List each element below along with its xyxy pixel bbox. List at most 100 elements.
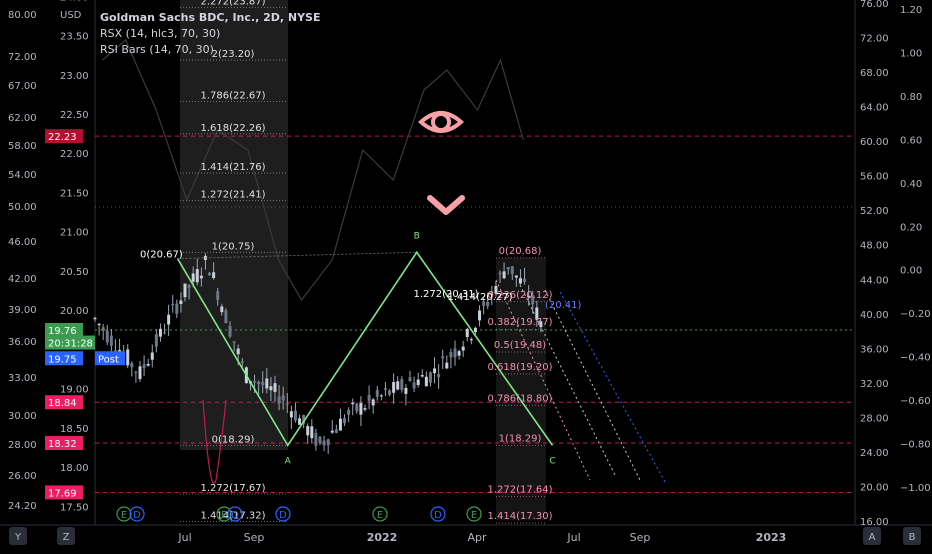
- fib-ext-label: 1(20.75): [212, 241, 255, 252]
- fib-ret-label: 0.786(18.80): [487, 393, 552, 404]
- price-tag-label: 20:31:28: [48, 339, 93, 350]
- post-badge[interactable]: Post: [95, 351, 125, 366]
- chart-stage[interactable]: A B C 0(20.67) 2.272(23.87) 2(23.20) 1.786(22.…: [0, 0, 932, 550]
- price-tag[interactable]: 19.76: [45, 323, 83, 337]
- candle: [388, 389, 392, 397]
- time-tick: Jul: [177, 531, 191, 544]
- wave-label-a[interactable]: A: [285, 456, 292, 466]
- rsx-tick: 20.00: [860, 482, 889, 493]
- candle-body: [257, 381, 261, 385]
- price-tick-inner: 22.00: [60, 149, 89, 160]
- price-tag[interactable]: 22.23: [45, 129, 83, 144]
- candle: [167, 304, 171, 336]
- price-tick-outer: 72.00: [8, 52, 37, 63]
- candle-body: [396, 381, 400, 390]
- candle-body: [473, 327, 477, 333]
- axis-button[interactable]: Y: [9, 527, 27, 545]
- candle: [314, 428, 318, 451]
- candle: [105, 325, 109, 346]
- wave-label-c[interactable]: C: [549, 456, 555, 466]
- time-tick: Apr: [467, 531, 487, 544]
- rsi-tick: −0.40: [900, 353, 931, 364]
- price-tick-outer: 36.00: [8, 337, 37, 348]
- price-tag[interactable]: 17.69: [45, 485, 83, 500]
- candle-body: [363, 408, 367, 410]
- candle-body: [330, 430, 334, 433]
- fib-extension-zone: [180, 0, 288, 450]
- candle: [318, 435, 322, 446]
- rsi-tick: 0.80: [900, 92, 922, 103]
- indicator-rsx[interactable]: RSX (14, hlc3, 70, 30): [100, 26, 320, 42]
- rsi-tick: −1.00: [900, 483, 931, 494]
- price-tag[interactable]: 19.75: [45, 351, 83, 366]
- price-tag[interactable]: 20:31:28: [45, 335, 95, 350]
- candle: [142, 355, 146, 376]
- fib-ext-label: 1.618(22.26): [200, 123, 265, 134]
- candle-body: [392, 382, 396, 393]
- rsi-tick: −0.20: [900, 309, 931, 320]
- fib-extra-label: (20.41): [545, 300, 582, 311]
- axis-button-label: Z: [63, 532, 70, 543]
- candle: [146, 358, 150, 367]
- axis-button[interactable]: B: [903, 527, 921, 545]
- price-tick-inner: 24.00: [60, 0, 89, 3]
- candle: [126, 344, 130, 369]
- price-tag-label: 17.69: [48, 488, 77, 499]
- candle-body: [191, 273, 195, 282]
- rsi-tick: 1.20: [900, 5, 922, 16]
- candle: [424, 371, 428, 387]
- eye-icon[interactable]: [418, 111, 464, 133]
- candle: [433, 357, 437, 384]
- candle-body: [424, 376, 428, 387]
- axis-button[interactable]: Z: [57, 527, 75, 545]
- candle-body: [518, 278, 522, 284]
- rsx-tick: 40.00: [860, 310, 889, 321]
- rsx-tick: 28.00: [860, 413, 889, 424]
- rsx-tick: 52.00: [860, 206, 889, 217]
- candle-body: [126, 349, 130, 366]
- candle-body: [150, 352, 154, 360]
- candle-body: [523, 278, 527, 283]
- time-tick: 2022: [367, 531, 398, 544]
- price-tag[interactable]: 18.32: [45, 436, 83, 450]
- rsi-tick: 0.00: [900, 266, 922, 277]
- candle-body: [289, 411, 293, 418]
- candle-body: [212, 272, 216, 279]
- event-marker[interactable]: D: [430, 506, 446, 522]
- fib-ext-label: 1.272(21.41): [200, 190, 265, 201]
- fib-ret-label: 1.414(17.30): [487, 511, 552, 522]
- price-tick-outer: 39.00: [8, 305, 37, 316]
- candle-body: [298, 418, 302, 425]
- candle-body: [187, 284, 191, 288]
- candle-body: [269, 386, 273, 391]
- post-badge-label: Post: [98, 354, 119, 365]
- rsx-tick: 56.00: [860, 172, 889, 183]
- axis-button[interactable]: A: [863, 527, 881, 545]
- chevron-down-icon[interactable]: [427, 195, 465, 215]
- candle-body: [134, 371, 138, 373]
- candle-body: [216, 291, 220, 300]
- candle-body: [498, 272, 502, 275]
- marker-label: D: [434, 510, 442, 521]
- price-tag-label: 18.84: [48, 398, 77, 409]
- candle: [449, 348, 453, 369]
- indicator-rsi-bars[interactable]: RSI Bars (14, 70, 30): [100, 42, 320, 58]
- event-marker[interactable]: E: [116, 506, 132, 522]
- event-marker[interactable]: D: [275, 506, 291, 522]
- event-marker[interactable]: E: [466, 506, 482, 522]
- wave-label-b[interactable]: B: [414, 231, 420, 241]
- price-tick-inner: 20.50: [60, 267, 89, 278]
- candle-body: [146, 363, 150, 366]
- candle: [93, 316, 97, 323]
- fib-ret-label: 1.272(17.64): [487, 484, 552, 495]
- price-chart[interactable]: ABC0(20.67)2.272(23.87)2(23.20)1.786(22.…: [0, 0, 932, 550]
- event-marker[interactable]: E: [372, 506, 388, 522]
- price-tag[interactable]: 18.84: [45, 395, 83, 410]
- candle-body: [420, 375, 424, 377]
- event-marker[interactable]: D: [129, 506, 145, 522]
- candle-body: [514, 275, 518, 278]
- candle: [457, 349, 461, 360]
- candle: [154, 329, 158, 353]
- rsx-tick: 64.00: [860, 103, 889, 114]
- candle-body: [130, 363, 134, 368]
